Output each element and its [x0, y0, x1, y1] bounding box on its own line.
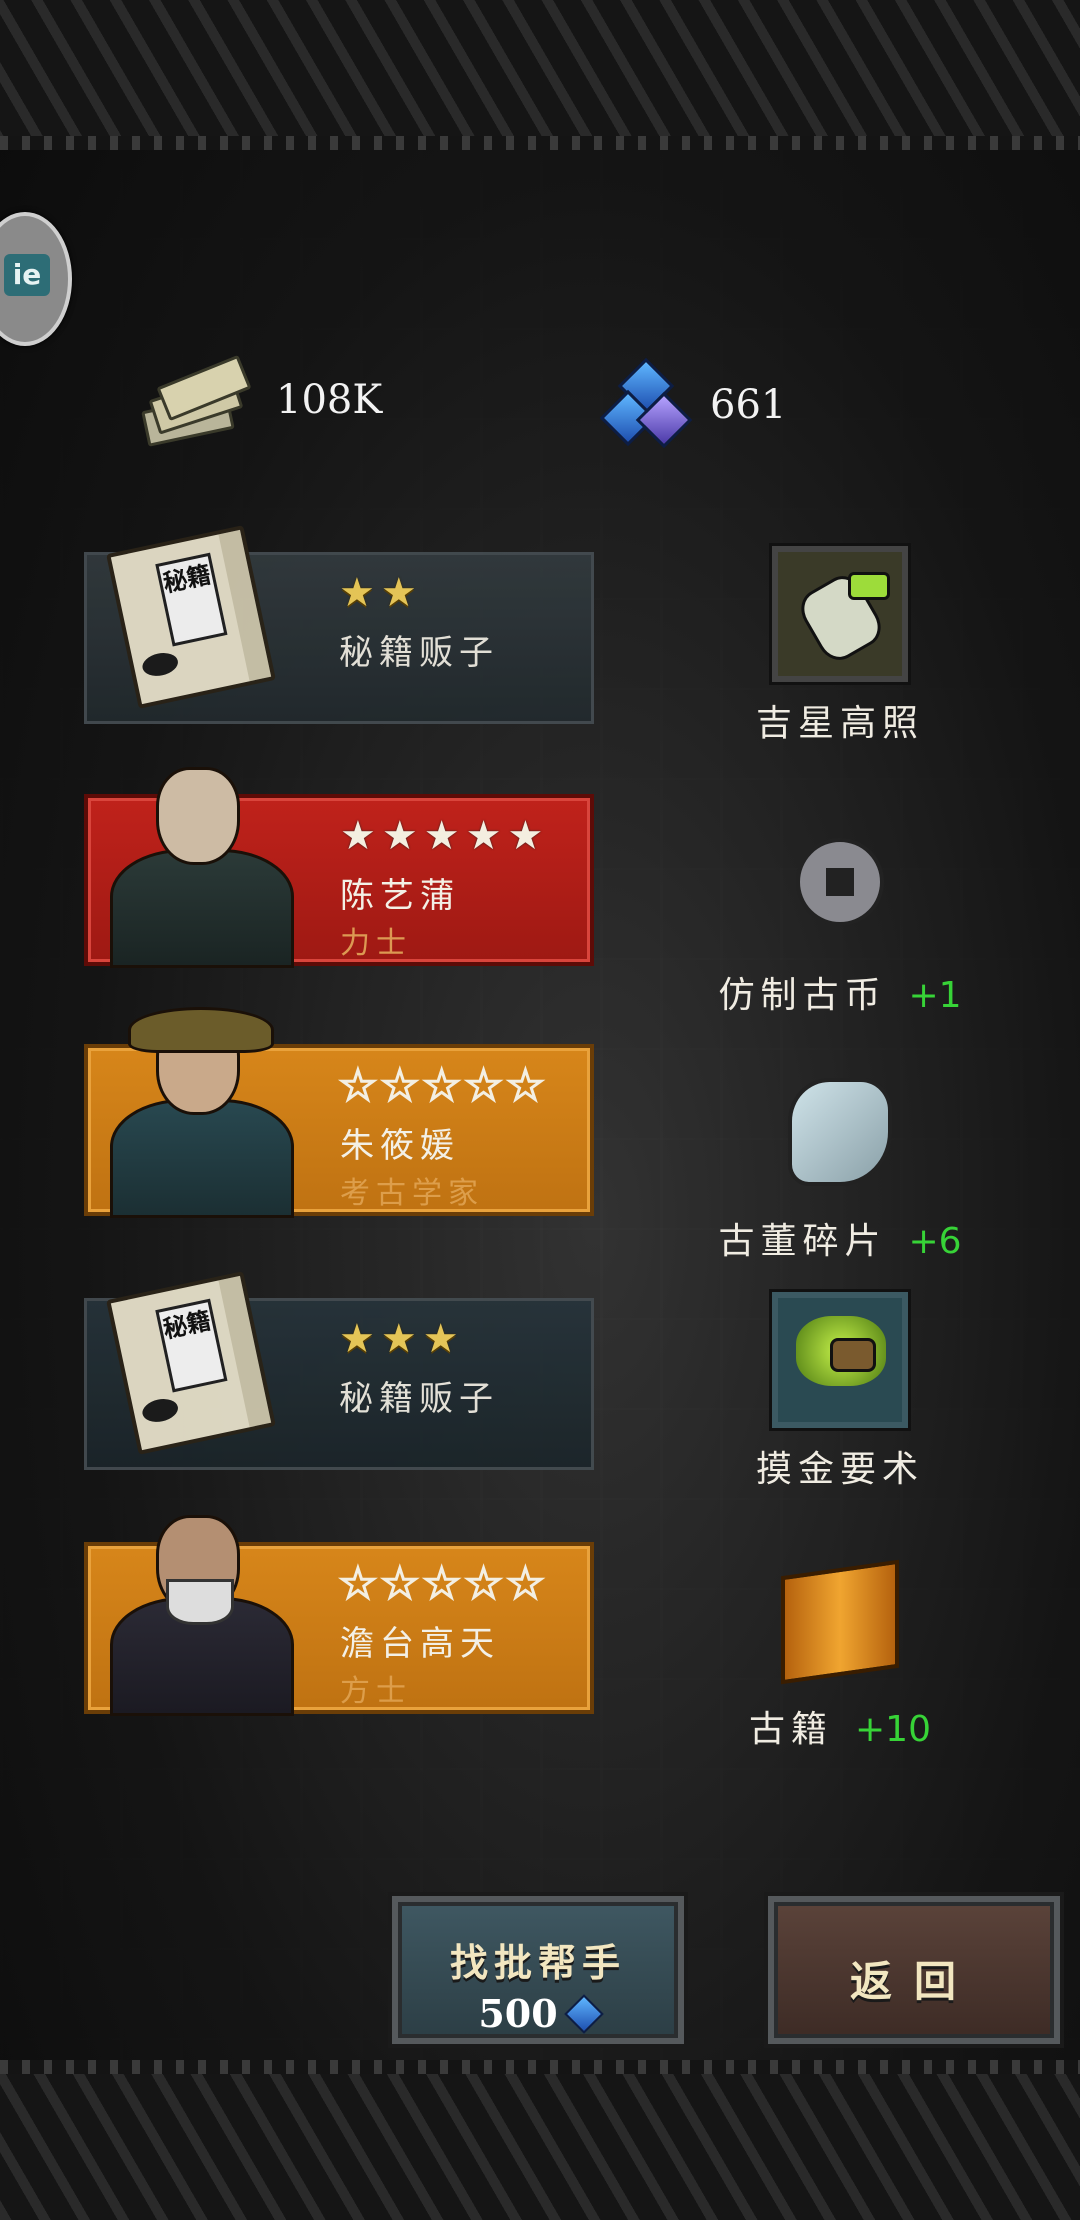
star-icon: ★ [340, 813, 376, 859]
star-outline-icon: ★ [380, 1561, 419, 1607]
star-outline-icon: ★ [506, 1063, 545, 1109]
hero-name: 朱筱媛 [340, 1126, 460, 1166]
star-rating: ★ ★ [339, 573, 417, 613]
reward-label: 古籍 +10 [749, 1709, 931, 1750]
reward-label: 吉星高照 [755, 703, 924, 744]
reward-2[interactable]: 仿制古币 +1 [690, 818, 990, 1018]
secret-book-icon: 秘籍 [106, 1271, 276, 1455]
hero-name: 澹台高天 [340, 1624, 500, 1664]
back-button[interactable]: 返回 [768, 1896, 1060, 2044]
reward-3[interactable]: 古董碎片 +6 [690, 1064, 990, 1264]
reward-amount: +10 [855, 1709, 931, 1750]
book-label: 秘籍 [155, 552, 228, 647]
star-outline-icon: ★ [506, 1561, 545, 1607]
secret-book-icon: 秘籍 [106, 525, 276, 709]
book-label: 秘籍 [155, 1298, 228, 1393]
recruit-card-2[interactable]: ★ ★ ★ ★ ★ 陈艺蒲 力士 [84, 767, 594, 968]
cost-value: 500 [478, 1991, 558, 2036]
star-outline-icon: ★ [464, 1063, 503, 1109]
reward-1[interactable]: 吉星高照 [690, 546, 990, 746]
reward-amount: +6 [908, 1221, 962, 1262]
star-icon: ★ [380, 1316, 417, 1362]
top-border-decoration [0, 0, 1080, 150]
gold-touch-skill-icon [772, 1292, 908, 1428]
gem-value: 661 [710, 382, 787, 428]
recruit-card-3[interactable]: ★ ★ ★ ★ ★ 朱筱媛 考古学家 [84, 1007, 594, 1218]
star-icon: ★ [422, 1316, 459, 1362]
reward-5[interactable]: 古籍 +10 [690, 1552, 990, 1752]
star-icon: ★ [465, 813, 502, 859]
star-icon: ★ [423, 813, 460, 859]
hero-portrait [88, 1505, 313, 1716]
book-portrait: 秘籍 [87, 1262, 312, 1467]
bottom-border-decoration [0, 2060, 1080, 2220]
reward-label: 仿制古币 +1 [718, 975, 962, 1016]
back-label: 返回 [849, 1957, 978, 2006]
hero-portrait [88, 757, 313, 968]
hero-class: 方士 [340, 1674, 412, 1709]
hero-class: 力士 [340, 926, 412, 961]
book-portrait: 秘籍 [87, 516, 312, 721]
hero-portrait [88, 1007, 313, 1218]
card-name: 秘籍贩子 [339, 1379, 499, 1419]
find-helper-button[interactable]: 找批帮手 500 [392, 1896, 684, 2044]
find-helper-label: 找批帮手 [449, 1940, 626, 1985]
star-icon: ★ [507, 813, 544, 859]
star-outline-icon: ★ [380, 1063, 419, 1109]
side-badge-label: ie [4, 254, 50, 296]
cash-value: 108K [276, 377, 383, 423]
recruit-card-5[interactable]: ★ ★ ★ ★ ★ 澹台高天 方士 [84, 1515, 594, 1716]
star-outline-icon: ★ [422, 1063, 461, 1109]
star-outline-icon: ★ [339, 1063, 378, 1109]
star-rating: ★ ★ ★ ★ ★ [340, 816, 543, 856]
star-icon: ★ [339, 1316, 375, 1362]
ancient-scroll-icon [772, 1552, 908, 1688]
antique-shard-icon [772, 1064, 908, 1200]
star-icon: ★ [380, 570, 417, 616]
reward-label: 古董碎片 +6 [718, 1221, 962, 1262]
gem-icon [563, 1993, 604, 2034]
hero-name: 陈艺蒲 [340, 876, 460, 916]
reward-label: 摸金要术 [755, 1449, 924, 1490]
star-outline-icon: ★ [422, 1561, 461, 1607]
cash-stack-icon [138, 354, 252, 447]
star-outline-icon: ★ [339, 1561, 378, 1607]
gem-display: 661 [599, 357, 787, 450]
star-rating: ★ ★ ★ ★ ★ [339, 1063, 545, 1109]
reward-amount: +1 [908, 975, 962, 1016]
star-rating: ★ ★ ★ ★ ★ [339, 1561, 545, 1607]
lucky-star-skill-icon [772, 546, 908, 682]
star-rating: ★ ★ ★ [339, 1319, 459, 1359]
star-icon: ★ [339, 570, 375, 616]
blue-gems-icon [599, 357, 693, 450]
cash-display: 108K [138, 354, 383, 447]
card-name: 秘籍贩子 [339, 633, 499, 673]
star-icon: ★ [381, 813, 418, 859]
ancient-coin-icon [772, 818, 908, 954]
reward-4[interactable]: 摸金要术 [690, 1292, 990, 1492]
recruit-card-4[interactable]: 秘籍 ★ ★ ★ 秘籍贩子 [84, 1271, 594, 1470]
recruit-card-1[interactable]: 秘籍 ★ ★ 秘籍贩子 [84, 525, 594, 724]
find-helper-cost: 500 [398, 1991, 678, 2036]
star-outline-icon: ★ [464, 1561, 503, 1607]
hero-class: 考古学家 [340, 1176, 484, 1211]
